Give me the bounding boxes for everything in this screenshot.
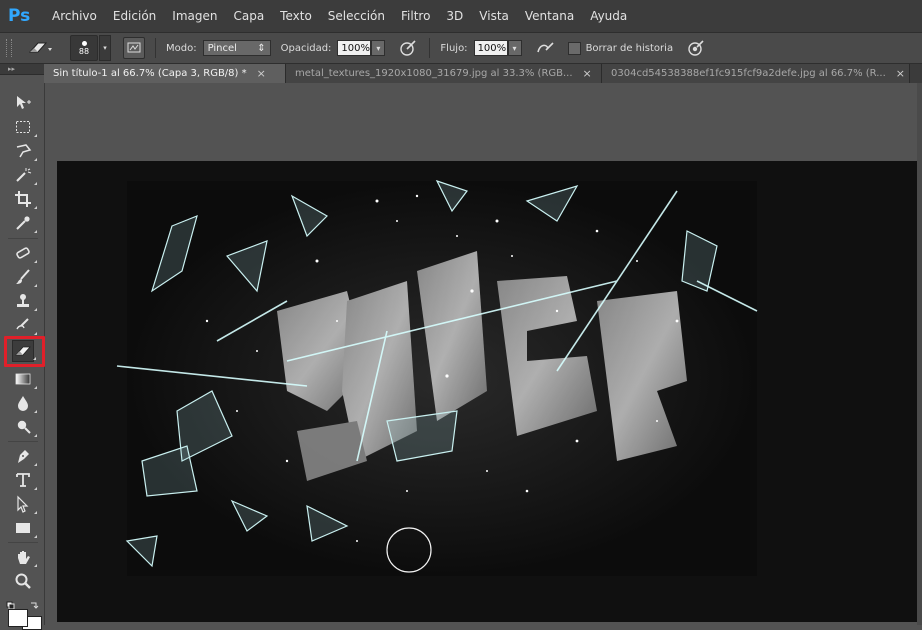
menu-ayuda[interactable]: Ayuda bbox=[582, 9, 635, 23]
eyedropper-tool-icon[interactable] bbox=[12, 212, 37, 234]
flow-label: Flujo: bbox=[440, 42, 468, 54]
toolbox-collapse-icon[interactable]: ▸▸ bbox=[0, 64, 44, 75]
brush-dot-icon bbox=[81, 40, 87, 46]
erase-history-checkbox[interactable] bbox=[567, 41, 581, 55]
opacity-label: Opacidad: bbox=[280, 42, 332, 54]
gradient-tool-icon[interactable] bbox=[12, 368, 37, 390]
airbrush-icon[interactable] bbox=[534, 38, 556, 58]
document-tab[interactable]: metal_textures_1920x1080_31679.jpg al 33… bbox=[286, 64, 602, 83]
hand-tool-icon[interactable] bbox=[12, 546, 37, 568]
zoom-tool-icon[interactable] bbox=[12, 570, 34, 592]
menu-texto[interactable]: Texto bbox=[272, 9, 320, 23]
menu-filtro[interactable]: Filtro bbox=[393, 9, 438, 23]
brush-preset-picker[interactable]: 88 bbox=[70, 35, 98, 61]
menu-archivo[interactable]: Archivo bbox=[44, 9, 105, 23]
flow-field[interactable]: 100% bbox=[473, 40, 508, 56]
close-icon[interactable]: × bbox=[583, 67, 592, 80]
opacity-field[interactable]: 100% bbox=[337, 40, 372, 56]
brush-panel-toggle-button[interactable] bbox=[123, 37, 145, 59]
photoshop-logo: Ps bbox=[8, 6, 31, 26]
history-brush-tool-icon[interactable] bbox=[12, 314, 37, 336]
menu-capa[interactable]: Capa bbox=[225, 9, 272, 23]
opacity-slider-dropdown[interactable]: ▾ bbox=[371, 40, 386, 56]
eraser-tool-highlight bbox=[4, 336, 45, 367]
workspace-scrollbar[interactable] bbox=[917, 83, 922, 625]
eraser-icon[interactable] bbox=[26, 38, 54, 58]
options-separator bbox=[429, 38, 431, 58]
tab-label: Sin título-1 al 66.7% (Capa 3, RGB/8) * bbox=[53, 68, 247, 79]
default-colors-icon[interactable] bbox=[6, 596, 40, 610]
menu-bar: Ps Archivo Edición Imagen Capa Texto Sel… bbox=[0, 0, 922, 32]
mode-value: Pincel bbox=[207, 42, 237, 54]
foreground-color-swatch[interactable] bbox=[8, 609, 28, 627]
crop-tool-icon[interactable] bbox=[12, 188, 37, 210]
mode-select[interactable]: Pincel ⇕ bbox=[202, 40, 271, 56]
menu-3d[interactable]: 3D bbox=[438, 9, 471, 23]
dodge-tool-icon[interactable] bbox=[12, 416, 37, 438]
flow-slider-dropdown[interactable]: ▾ bbox=[507, 40, 522, 56]
brush-size-value: 88 bbox=[78, 46, 90, 56]
close-icon[interactable]: × bbox=[257, 67, 266, 80]
lasso-tool-icon[interactable] bbox=[12, 140, 37, 162]
brush-preset-dropdown[interactable]: ▾ bbox=[99, 35, 111, 61]
toolbox-separator bbox=[8, 542, 38, 543]
menu-imagen[interactable]: Imagen bbox=[164, 9, 225, 23]
tab-label: metal_textures_1920x1080_31679.jpg al 33… bbox=[295, 68, 573, 79]
options-separator bbox=[155, 38, 156, 58]
close-icon[interactable]: × bbox=[896, 67, 905, 80]
document-tab[interactable]: 0304cd54538388ef1fc915fcf9a2defe.jpg al … bbox=[602, 64, 910, 83]
menu-vista[interactable]: Vista bbox=[471, 9, 517, 23]
toolbox-separator bbox=[8, 441, 38, 442]
pressure-opacity-icon[interactable] bbox=[397, 38, 419, 58]
shattered-glass-artwork bbox=[57, 161, 917, 622]
type-tool-icon[interactable] bbox=[12, 469, 37, 491]
document-tab-active[interactable]: Sin título-1 al 66.7% (Capa 3, RGB/8) * … bbox=[44, 64, 286, 83]
move-tool-icon[interactable] bbox=[12, 92, 34, 114]
pressure-size-icon[interactable] bbox=[685, 38, 707, 58]
clone-stamp-tool-icon[interactable] bbox=[12, 290, 37, 312]
healing-brush-tool-icon[interactable] bbox=[12, 242, 37, 264]
options-bar: 88 ▾ Modo: Pincel ⇕ Opacidad: 100% ▾ Flu… bbox=[0, 32, 922, 64]
brush-panel-icon bbox=[127, 42, 141, 53]
toolbox-separator bbox=[8, 238, 38, 239]
document-canvas[interactable] bbox=[57, 161, 917, 622]
tab-label: 0304cd54538388ef1fc915fcf9a2defe.jpg al … bbox=[611, 68, 886, 79]
erase-history-label: Borrar de historia bbox=[585, 42, 674, 54]
mode-label: Modo: bbox=[166, 42, 197, 54]
options-grip[interactable] bbox=[6, 39, 12, 57]
rectangle-tool-icon[interactable] bbox=[12, 517, 37, 539]
blur-tool-icon[interactable] bbox=[12, 392, 37, 414]
menu-seleccion[interactable]: Selección bbox=[320, 9, 393, 23]
updown-arrows-icon: ⇕ bbox=[257, 42, 266, 54]
pen-tool-icon[interactable] bbox=[12, 445, 37, 467]
menu-ventana[interactable]: Ventana bbox=[517, 9, 582, 23]
brush-tool-icon[interactable] bbox=[12, 266, 37, 288]
menu-edicion[interactable]: Edición bbox=[105, 9, 164, 23]
magic-wand-tool-icon[interactable] bbox=[12, 164, 37, 186]
document-tab-bar: Sin título-1 al 66.7% (Capa 3, RGB/8) * … bbox=[44, 64, 922, 83]
marquee-tool-icon[interactable] bbox=[12, 116, 37, 138]
path-selection-tool-icon[interactable] bbox=[12, 493, 37, 515]
